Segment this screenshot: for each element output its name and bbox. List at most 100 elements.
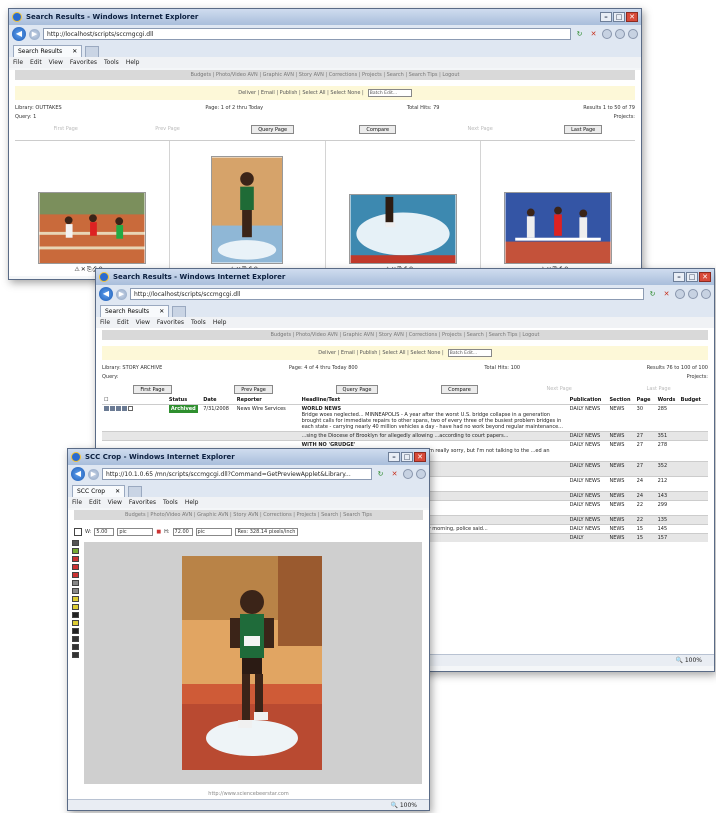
thumbnail-cell[interactable]: ⚠✕⎘⎙⚲⌐ [15,141,171,276]
menu-favorites[interactable]: Favorites [157,317,184,328]
menu-edit[interactable]: Edit [89,497,101,508]
column-header[interactable]: Date [201,396,235,405]
photo-hurdlers[interactable] [503,192,612,264]
minimize-button[interactable]: – [673,272,685,282]
next-page-button[interactable]: Next Page [541,385,578,394]
new-tab-button[interactable] [85,46,100,57]
favorites-icon[interactable] [615,29,625,39]
print-icon[interactable] [104,406,109,411]
url-field[interactable]: http://localhost/scripts/sccmgcgi.dll [130,288,644,300]
undo-tool-icon[interactable] [72,644,79,650]
stop-icon[interactable]: ✕ [588,29,599,40]
tab-close-icon[interactable]: ✕ [115,486,120,497]
refresh-icon[interactable]: ↻ [574,29,585,40]
action-links[interactable]: Deliver | Email | Publish | Select All |… [318,346,444,360]
compare-button[interactable]: Compare [441,384,478,394]
crop-preview-photo[interactable] [182,556,322,770]
menu-help[interactable]: Help [126,57,140,68]
query-page-button[interactable]: Query Page [335,384,379,394]
back-icon[interactable]: ◀ [99,287,113,301]
column-header[interactable]: Publication [568,396,608,405]
stop-icon[interactable]: ✕ [389,469,400,480]
minimize-button[interactable]: – [388,452,400,462]
photo-water-jump[interactable] [348,194,457,264]
column-header[interactable]: Headline/Text [300,396,568,405]
prev-page-button[interactable]: Prev Page [149,125,186,134]
next-page-button[interactable]: Next Page [461,125,498,134]
menu-edit[interactable]: Edit [30,57,42,68]
close-button[interactable]: ✕ [626,12,638,22]
favorites-icon[interactable] [416,469,426,479]
tab-search-results[interactable]: Search Results ✕ [13,45,83,57]
close-button[interactable]: ✕ [699,272,711,282]
menu-view[interactable]: View [49,57,63,68]
menu-help[interactable]: Help [185,497,199,508]
column-header[interactable]: Section [607,396,634,405]
url-field[interactable]: http://localhost/scripts/sccmgcgi.dll [43,28,571,40]
thumbnail-cell[interactable]: ⚠✕⎘⎙⚲⌐ [326,141,481,276]
levels-tool-icon[interactable] [72,628,79,634]
column-header[interactable]: Budget [679,396,708,405]
menu-tools[interactable]: Tools [191,317,206,328]
marquee-tool-icon[interactable] [72,596,79,602]
zoom-level[interactable]: 100% [685,657,702,664]
tools-icon[interactable] [701,289,711,299]
top-nav-links[interactable]: Budgets | Photo/Video AVN | Graphic AVN … [15,70,635,80]
minimize-button[interactable]: – [600,12,612,22]
url-field[interactable]: http://10.1.0.65 /mn/scripts/sccmgcgi.dl… [102,468,372,480]
new-tab-button[interactable] [128,486,143,497]
menu-favorites[interactable]: Favorites [129,497,156,508]
compare-button[interactable]: Compare [359,124,397,134]
lock-ratio-icon[interactable]: ■ [156,529,161,535]
flip-tool-icon[interactable] [72,564,79,570]
maximize-button[interactable]: □ [401,452,413,462]
last-page-button[interactable]: Last Page [564,124,603,134]
menu-view[interactable]: View [136,317,150,328]
copy-icon[interactable] [116,406,121,411]
batch-edit-select[interactable]: Batch Edit... [367,89,412,97]
top-nav-links[interactable]: Budgets | Photo/Video AVN | Graphic AVN … [74,510,423,520]
menu-tools[interactable]: Tools [104,57,119,68]
batch-edit-select[interactable]: Batch Edit... [447,349,492,357]
width-input[interactable]: 5.00 [94,527,115,536]
maximize-button[interactable]: □ [686,272,698,282]
thumbnail-cell[interactable]: ⚠✕⎘⎙⚲⌐ [481,141,635,276]
favorites-icon[interactable] [688,289,698,299]
stop-icon[interactable]: ✕ [661,289,672,300]
tab-close-icon[interactable]: ✕ [159,306,164,317]
checkbox-icon[interactable] [128,406,133,411]
table-row[interactable]: ...sing the Diocese of Brooklyn for alle… [102,431,708,441]
height-input[interactable]: 72.00 [172,527,193,536]
zoom-level[interactable]: 100% [400,802,417,809]
back-icon[interactable]: ◀ [12,27,26,41]
refresh-icon[interactable]: ↻ [647,289,658,300]
delete-icon[interactable] [110,406,115,411]
thumbnail-cell[interactable]: ⚠✕⎘⎙⚲⌐ [170,141,326,276]
select-column-header[interactable]: ☐ [102,396,167,405]
forward-icon[interactable]: ▶ [116,288,127,300]
query-page-button[interactable]: Query Page [251,124,295,134]
pan-tool-icon[interactable] [72,588,79,594]
play-tool-icon[interactable] [72,652,79,658]
forward-icon[interactable]: ▶ [88,468,99,480]
edit-icon[interactable] [122,406,127,411]
height-unit-select[interactable]: pic [195,527,232,536]
column-header[interactable]: Words [656,396,679,405]
tab-scc-crop[interactable]: SCC Crop ✕ [72,485,126,497]
photo-sprinters[interactable] [38,192,147,264]
prev-page-button[interactable]: Prev Page [234,384,273,394]
zoom-in-icon[interactable] [72,572,79,578]
rotate-tool-icon[interactable] [72,556,79,562]
lock-tool-icon[interactable] [72,636,79,642]
menu-file[interactable]: File [72,497,82,508]
home-icon[interactable] [602,29,612,39]
color-tool-icon[interactable] [72,604,79,610]
tab-search-results[interactable]: Search Results ✕ [100,305,170,317]
back-icon[interactable]: ◀ [71,467,85,481]
crop-canvas[interactable] [84,542,422,784]
first-page-button[interactable]: First Page [48,125,84,134]
top-nav-links[interactable]: Budgets | Photo/Video AVN | Graphic AVN … [102,330,708,340]
menu-tools[interactable]: Tools [163,497,178,508]
forward-icon[interactable]: ▶ [29,28,40,40]
first-page-button[interactable]: First Page [133,384,172,394]
